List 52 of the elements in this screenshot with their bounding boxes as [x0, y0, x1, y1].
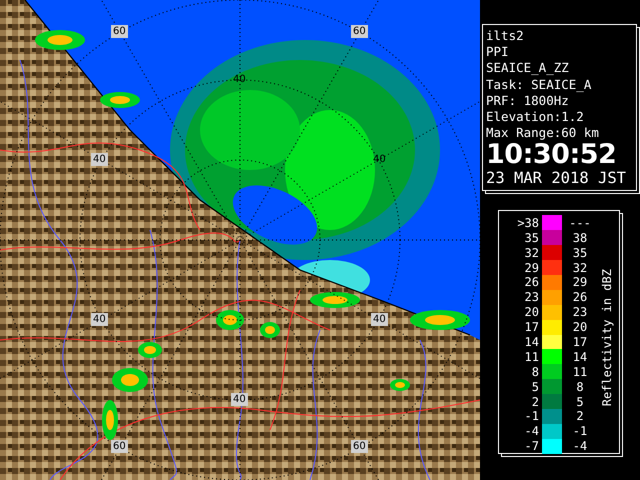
legend-label: 26: [524, 275, 540, 290]
info-text: Elevation:1.2: [486, 109, 585, 126]
range-label: 40: [372, 153, 387, 166]
legend-label: >38: [516, 216, 540, 230]
info-text: ilts2: [486, 28, 525, 44]
legend-label: 2: [530, 394, 540, 409]
legend-label: -4: [524, 424, 540, 438]
range-label: 40: [231, 393, 248, 406]
legend-label: -1: [524, 409, 540, 424]
legend-label: 5: [530, 380, 540, 394]
legend-label: 35: [524, 230, 540, 245]
info-text: Task: SEAICE_A: [486, 76, 592, 93]
range-label: 40: [91, 153, 108, 166]
range-label: 60: [351, 440, 368, 453]
legend-label: -7: [524, 439, 540, 454]
legend-label: 14: [572, 350, 588, 364]
range-label: 60: [111, 440, 128, 453]
time-text: 10:30:52: [486, 141, 618, 168]
legend-label: 11: [524, 350, 540, 364]
legend-label: 29: [572, 275, 588, 290]
legend-label: 17: [572, 334, 588, 349]
range-label: 40: [91, 313, 108, 326]
info-text: SEAICE_A_ZZ: [486, 60, 570, 77]
range-label: 60: [351, 25, 368, 38]
legend-label: 32: [572, 260, 588, 275]
range-label: 40: [371, 313, 388, 326]
legend-label: 23: [524, 290, 540, 304]
legend-label: 35: [572, 246, 588, 260]
legend-label: 11: [572, 364, 588, 379]
date-text: 23 MAR 2018 JST: [486, 168, 626, 188]
legend-label: 8: [530, 364, 540, 379]
info-text: PRF: 1800Hz: [486, 92, 570, 110]
legend-label: -1: [572, 424, 588, 438]
legend-label: 23: [572, 305, 588, 320]
range-label: 40: [232, 73, 247, 86]
legend-label: 32: [524, 246, 540, 260]
legend-label: ---: [568, 216, 592, 230]
legend-label: 8: [575, 380, 585, 394]
legend-label: 14: [524, 334, 540, 349]
legend-label: 29: [524, 260, 540, 275]
legend-label: 38: [572, 230, 588, 245]
info-text: Max Range:60 km: [486, 125, 600, 142]
range-label: 60: [111, 25, 128, 38]
legend-label: 26: [572, 290, 588, 304]
legend-label: 20: [572, 320, 588, 334]
legend-label: 17: [524, 320, 540, 334]
info-text: PPI: [486, 44, 510, 60]
legend-label: 2: [575, 409, 585, 424]
legend-label: 20: [524, 305, 540, 320]
legend-label: 5: [575, 394, 585, 409]
legend-title: Reflectivity in dBZ: [600, 269, 614, 407]
legend-label: -4: [572, 439, 588, 454]
